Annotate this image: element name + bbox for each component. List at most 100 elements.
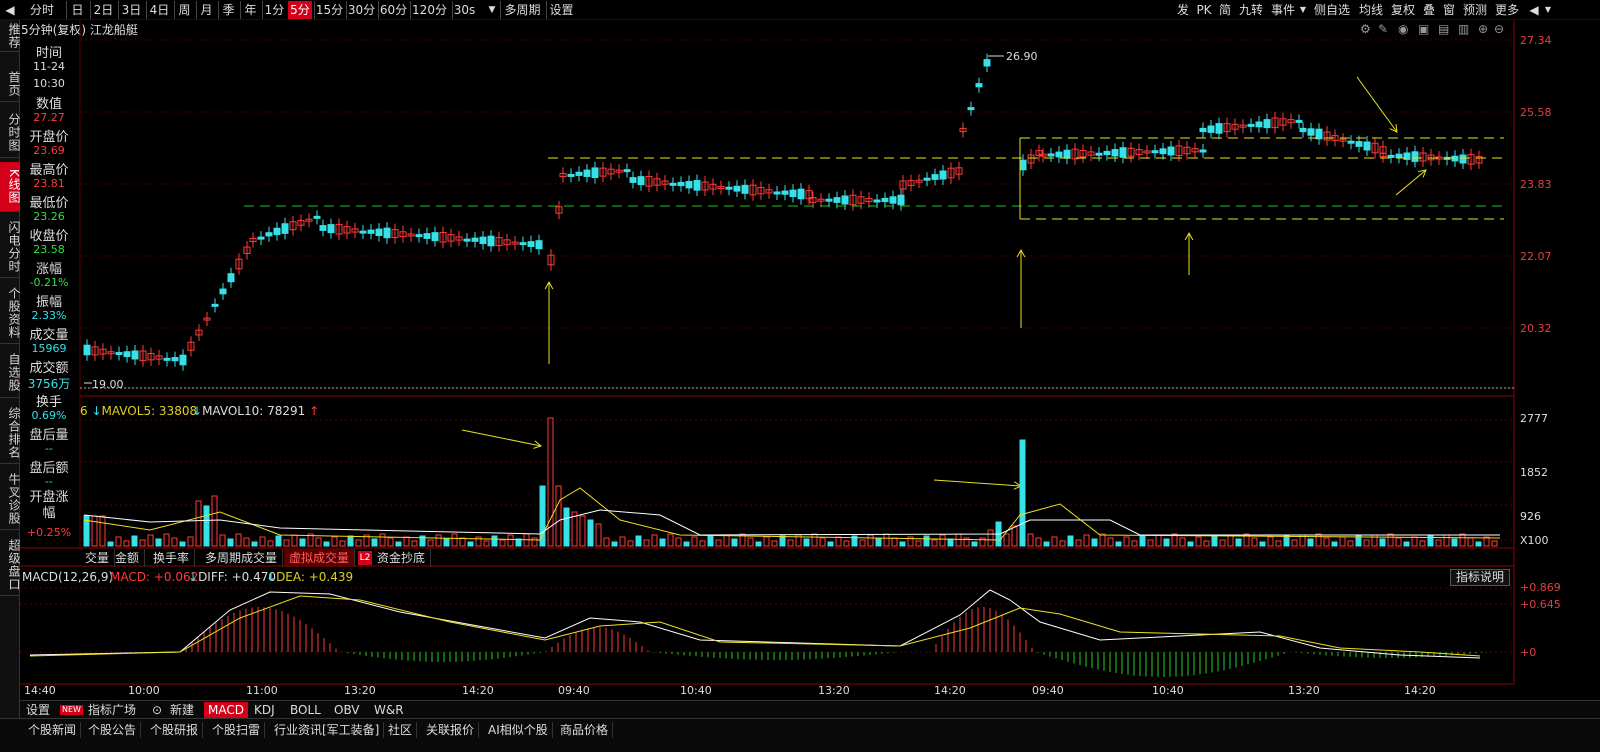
- candle: [931, 174, 939, 180]
- new-tab[interactable]: 新建: [166, 702, 198, 718]
- candle: [1247, 123, 1255, 127]
- volume-bar: [787, 539, 794, 547]
- indicator-plaza-tab[interactable]: 指标广场: [84, 702, 140, 718]
- candle: [1063, 149, 1071, 159]
- candle: [1167, 146, 1175, 156]
- announce-tab[interactable]: 个股公告: [84, 722, 142, 738]
- candle: [219, 288, 227, 295]
- candle: [423, 233, 431, 239]
- volume-bar: [499, 539, 506, 547]
- volume-bar: [643, 539, 650, 547]
- candle: [939, 170, 947, 180]
- risk-scan-tab[interactable]: 个股扫雷: [208, 722, 266, 738]
- candle: [383, 227, 391, 239]
- vol-tab-turnover[interactable]: 换手率: [148, 549, 196, 567]
- volume-bar: [195, 500, 202, 547]
- vol-tab-capital[interactable]: 资金抄底: [372, 549, 432, 567]
- candle: [841, 195, 849, 205]
- vol-tab-multi[interactable]: 多周期成交量: [200, 549, 284, 567]
- price-tick: 20.32: [1520, 322, 1552, 335]
- volume-bar: [715, 539, 722, 547]
- volume-bar: [555, 485, 562, 547]
- volume-bar: [1059, 540, 1066, 547]
- candle: [1307, 128, 1315, 136]
- industry-news-tab[interactable]: 行业资讯[军工装备]: [270, 722, 385, 738]
- candle: [1451, 155, 1459, 162]
- candle: [983, 59, 991, 67]
- volume-bar: [227, 538, 234, 547]
- candle: [487, 235, 495, 247]
- volume-bar: [875, 538, 882, 547]
- candle: [1363, 141, 1371, 151]
- candle: [211, 303, 219, 307]
- volume-bar: [923, 535, 930, 547]
- indicator-help-button[interactable]: 指标说明: [1450, 569, 1510, 586]
- vol-tab-amount[interactable]: 金额: [110, 549, 146, 567]
- volume-bar: [659, 538, 666, 547]
- volume-tick: 1852: [1520, 466, 1548, 479]
- volume-bar: [1203, 540, 1210, 547]
- candle: [825, 198, 833, 202]
- macd-tick: +0.645: [1520, 598, 1561, 611]
- commodity-tab[interactable]: 商品价格: [556, 722, 614, 738]
- candle: [797, 188, 805, 200]
- candle: [163, 357, 171, 361]
- candle: [367, 229, 375, 234]
- ai-similar-tab[interactable]: AI相似个股: [484, 722, 553, 738]
- price-tick: 25.58: [1520, 106, 1552, 119]
- volume-bar: [1011, 525, 1018, 547]
- research-tab[interactable]: 个股研报: [146, 722, 204, 738]
- candle: [1103, 150, 1111, 156]
- candle: [415, 234, 423, 238]
- x-axis-label: 10:40: [680, 684, 712, 697]
- volume-bar: [971, 541, 978, 547]
- volume-bar: [131, 535, 138, 547]
- volume-bar: [835, 536, 842, 547]
- volume-bar: [1259, 541, 1266, 547]
- candle: [1151, 150, 1159, 154]
- x-axis-label: 13:20: [1288, 684, 1320, 697]
- volume-bar: [595, 523, 602, 547]
- volume-bar: [755, 541, 762, 547]
- boll-tab[interactable]: BOLL: [286, 702, 325, 718]
- volume-bar: [91, 515, 98, 547]
- related-quote-tab[interactable]: 关联报价: [422, 722, 480, 738]
- volume-bar: [1019, 439, 1026, 547]
- kdj-tab[interactable]: KDJ: [250, 702, 279, 718]
- volume-bar: [1179, 537, 1186, 547]
- volume-bar: [691, 536, 698, 547]
- community-tab[interactable]: 社区: [384, 722, 418, 738]
- candle: [1411, 151, 1419, 162]
- volume-bar: [1075, 539, 1082, 547]
- mavol5-legend: 6 ↓MAVOL5: 33808: [80, 404, 198, 418]
- wr-tab[interactable]: W&R: [370, 702, 408, 718]
- volume-bar: [635, 535, 642, 547]
- candle: [789, 189, 797, 198]
- volume-bar: [1307, 538, 1314, 547]
- volume-bar: [403, 536, 410, 547]
- settings-tab[interactable]: 设置: [22, 702, 54, 718]
- macd-tab[interactable]: MACD: [204, 702, 248, 718]
- news-tab[interactable]: 个股新闻: [24, 722, 82, 738]
- candle: [1355, 141, 1363, 147]
- volume-bar: [1339, 536, 1346, 547]
- volume-bar: [843, 540, 850, 547]
- candle: [1095, 152, 1103, 156]
- candle: [123, 351, 131, 358]
- volume-bar: [1035, 537, 1042, 547]
- vol-tab-virtual[interactable]: 虚拟成交量: [284, 549, 356, 567]
- volume-bar: [1187, 541, 1194, 547]
- candle: [1263, 119, 1271, 129]
- obv-tab[interactable]: OBV: [330, 702, 364, 718]
- x-axis-label: 09:40: [558, 684, 590, 697]
- volume-bar: [1131, 540, 1138, 547]
- candle: [131, 350, 139, 360]
- arrow-annotation: [461, 429, 542, 447]
- volume-bar: [747, 537, 754, 547]
- volume-bar: [1451, 538, 1458, 547]
- volume-bar: [859, 539, 866, 547]
- volume-bar: [1403, 541, 1410, 547]
- volume-bar: [1067, 535, 1074, 547]
- high-marker: 26.90: [1006, 50, 1038, 63]
- volume-bar: [1107, 537, 1114, 547]
